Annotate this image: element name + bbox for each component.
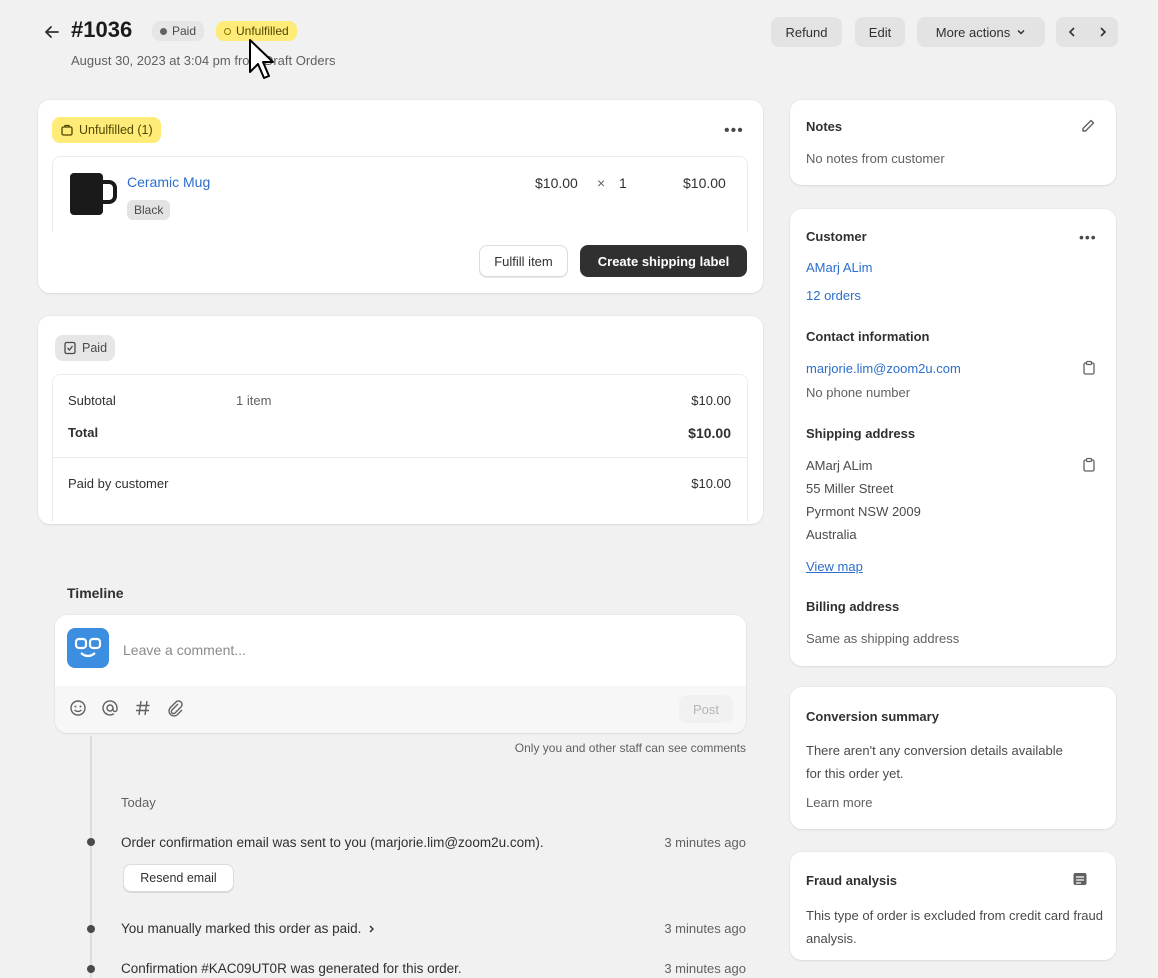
attachment-icon[interactable] [166,699,184,720]
fraud-text: This type of order is excluded from cred… [806,908,1103,946]
conversion-card: Conversion summary There aren't any conv… [790,687,1116,829]
learn-more-link[interactable]: Learn more [806,795,872,810]
shipping-title: Shipping address [806,426,916,441]
timeline-line [90,736,92,978]
fraud-card: Fraud analysis This type of order is exc… [790,852,1116,960]
address-line: 55 Miller Street [806,481,894,496]
more-options-icon[interactable]: ••• [1079,229,1097,245]
customer-email-link[interactable]: marjorie.lim@zoom2u.com [806,361,961,376]
divider [52,457,748,458]
dot-icon [160,27,167,35]
subtotal-value: $10.00 [691,393,731,408]
payment-summary-box [52,374,748,522]
timeline-event-time: 3 minutes ago [664,835,746,850]
address-line: AMarj ALim [806,458,873,473]
address-line: Pyrmont NSW 2009 [806,504,921,519]
back-arrow-icon[interactable] [42,22,62,42]
variant-tag: Black [127,200,171,220]
paid-status-badge: Paid [152,21,205,41]
mouse-cursor-icon [248,38,274,82]
comment-input[interactable]: Leave a comment... [123,642,723,658]
timeline-event-text: Order confirmation email was sent to you… [121,835,544,850]
billing-title: Billing address [806,599,900,614]
chevron-right-icon [369,925,375,932]
paid-by-value: $10.00 [691,476,731,491]
times-sign: × [597,175,606,191]
chevron-down-icon [1017,29,1025,35]
unfulfilled-count-badge: Unfulfilled (1) [52,117,161,143]
hashtag-icon[interactable] [134,699,152,720]
circle-outline-icon [224,27,231,35]
product-name-link[interactable]: Ceramic Mug [127,174,210,190]
notes-card: Notes No notes from customer [790,100,1116,185]
fulfillment-card: Unfulfilled (1) ••• Ceramic Mug Black $1… [38,100,763,293]
report-icon[interactable] [1072,871,1088,890]
total-label: Total [68,425,99,440]
subtotal-label: Subtotal [68,393,116,408]
edit-button[interactable]: Edit [855,17,905,47]
notes-text: No notes from customer [806,151,945,166]
timeline-dot [87,925,95,933]
staff-note: Only you and other staff can see comment… [514,741,746,755]
subtotal-items: 1 item [236,393,272,408]
timeline-title: Timeline [67,585,124,601]
receipt-check-icon [64,341,76,355]
conversion-title: Conversion summary [806,709,939,724]
order-date: August 30, 2023 at 3:04 pm from Draft Or… [71,53,336,68]
fraud-title: Fraud analysis [806,873,898,888]
create-shipping-label-button[interactable]: Create shipping label [580,245,747,277]
conversion-text: There aren't any conversion details avai… [806,743,1063,781]
chevron-right-icon[interactable] [1096,25,1110,39]
comment-toolbar [55,686,746,733]
total-value: $10.00 [688,425,731,441]
fulfill-item-button[interactable]: Fulfill item [479,245,568,277]
page-title: #1036 [71,17,133,42]
address-line: Australia [806,527,857,542]
line-items-box [52,156,748,232]
copy-icon[interactable] [1081,457,1097,476]
refund-button[interactable]: Refund [771,17,842,47]
package-icon [61,124,73,136]
paid-badge: Paid [55,335,116,361]
product-thumbnail [66,168,118,220]
copy-icon[interactable] [1081,360,1097,379]
resend-email-button[interactable]: Resend email [123,864,234,892]
billing-text: Same as shipping address [806,631,960,646]
notes-title: Notes [806,119,843,134]
chevron-left-icon[interactable] [1065,25,1079,39]
comment-box: Leave a comment... Post [55,615,746,733]
customer-title: Customer [806,229,867,244]
customer-orders-link[interactable]: 12 orders [806,288,861,303]
line-total: $10.00 [683,175,726,191]
view-map-link[interactable]: View map [806,559,863,574]
phone-text: No phone number [806,385,911,400]
paid-by-label: Paid by customer [68,476,169,491]
contact-title: Contact information [806,329,930,344]
post-button[interactable]: Post [679,695,733,723]
customer-card: Customer ••• AMarj ALim 12 orders Contac… [790,209,1116,666]
timeline-dot [87,838,95,846]
more-options-icon[interactable]: ••• [724,122,744,140]
avatar [67,628,109,668]
timeline-event-time: 3 minutes ago [664,921,746,936]
payment-card: Paid Subtotal 1 item $10.00 Total $10.00… [38,316,763,524]
timeline-day: Today [121,795,156,810]
timeline-event-time: 3 minutes ago [664,961,746,976]
emoji-icon[interactable] [69,699,87,720]
prev-next-group [1056,17,1118,47]
timeline-event-text[interactable]: You manually marked this order as paid. [121,921,377,936]
quantity: 1 [619,175,627,191]
customer-name-link[interactable]: AMarj ALim [806,260,872,275]
timeline-event-text: Confirmation #KAC09UT0R was generated fo… [121,961,462,976]
mention-icon[interactable] [101,699,119,720]
edit-pencil-icon[interactable] [1080,118,1096,137]
unit-price: $10.00 [535,175,578,191]
timeline-dot [87,965,95,973]
more-actions-button[interactable]: More actions [917,17,1045,47]
